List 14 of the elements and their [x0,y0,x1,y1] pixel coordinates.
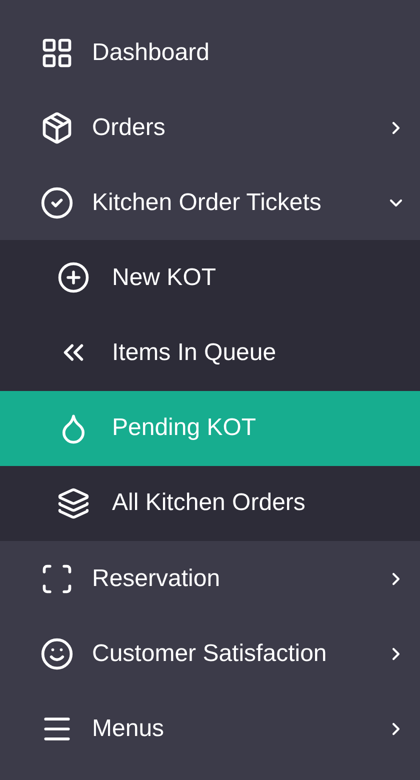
submenu-item[interactable]: All Kitchen Orders [0,466,420,541]
plus-circle-icon [57,261,90,294]
menu-item[interactable]: Reservation [0,541,420,616]
box-icon [40,110,74,144]
check-circle-icon [40,186,74,220]
submenu-item[interactable]: Items In Queue [0,315,420,390]
menu-item[interactable]: Kitchen Order Tickets [0,165,420,240]
submenu-item[interactable]: New KOT [0,240,420,316]
menu-item[interactable]: Orders [0,90,420,165]
layers-icon [57,486,90,520]
menu-item[interactable]: Customer Satisfaction [0,616,420,691]
menu-item[interactable]: Dashboard [0,15,420,90]
menu-item[interactable]: Menus [0,691,420,766]
smiley-icon [40,636,74,670]
